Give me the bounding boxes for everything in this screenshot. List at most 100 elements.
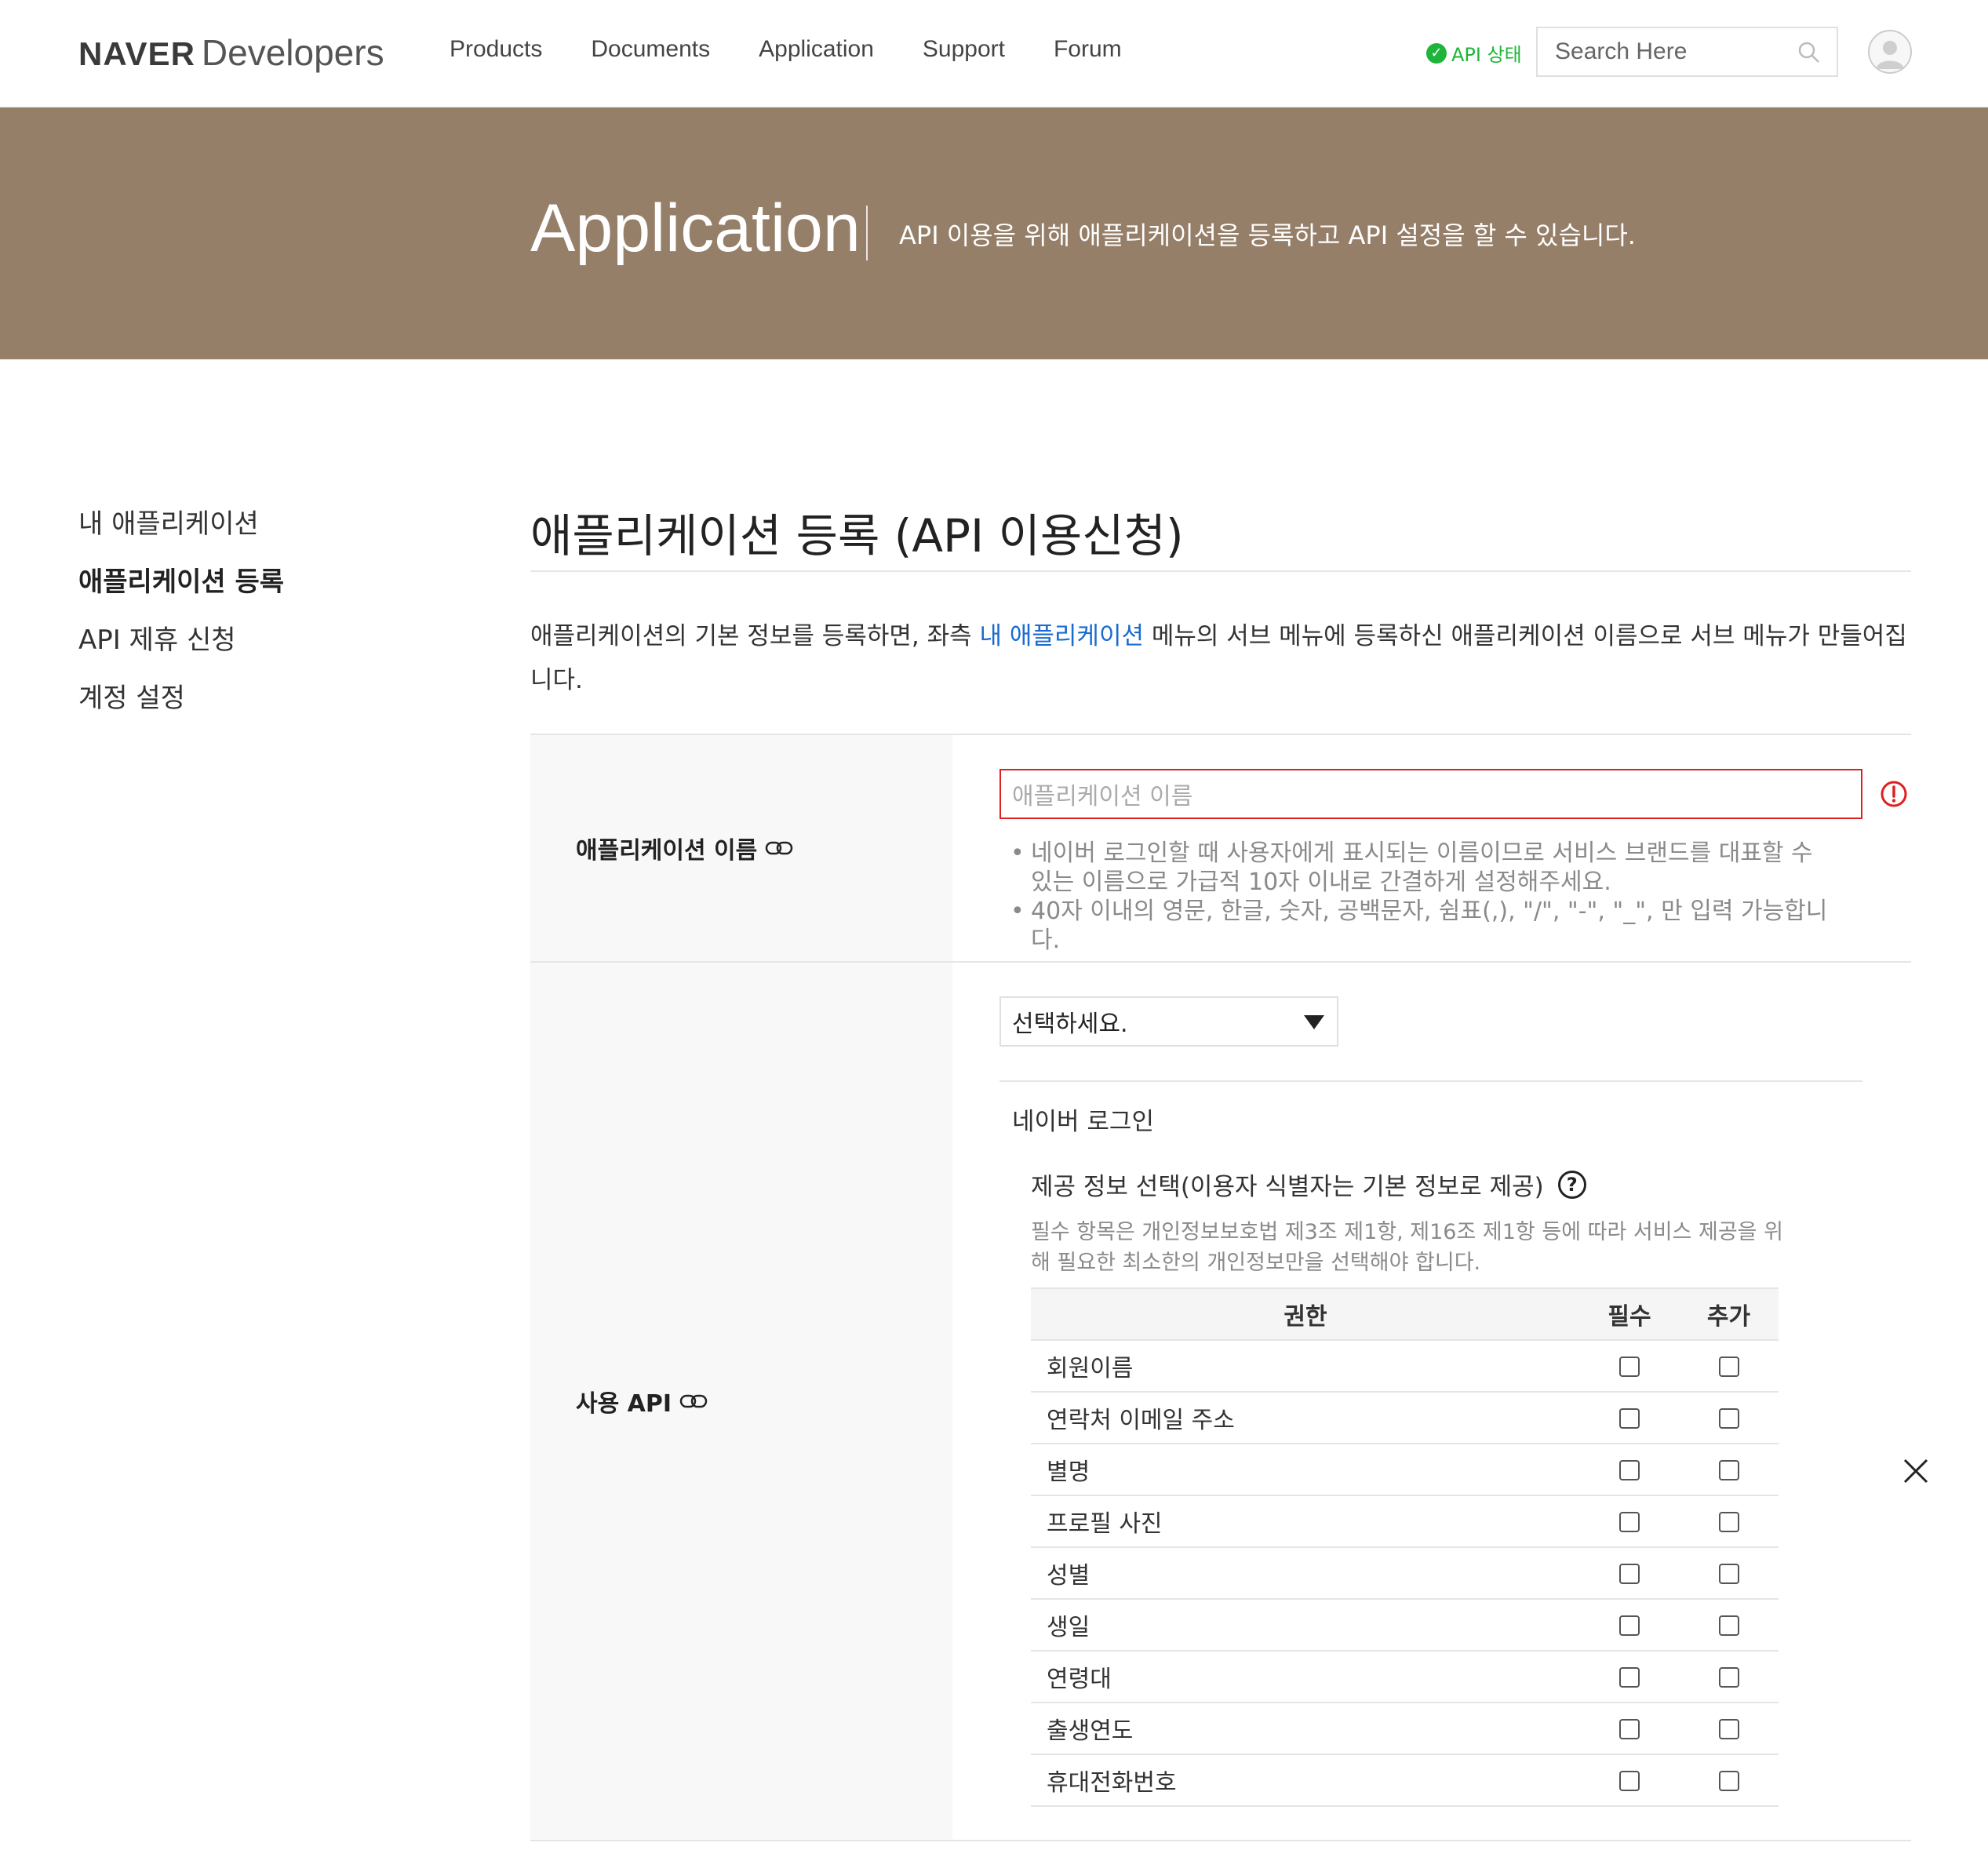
required-checkbox[interactable] — [1619, 1771, 1640, 1791]
link-icon[interactable] — [679, 1393, 709, 1409]
intro-before: 애플리케이션의 기본 정보를 등록하면, 좌측 — [530, 622, 980, 650]
banner-title: Application — [530, 191, 861, 266]
banner-description: API 이용을 위해 애플리케이션을 등록하고 API 설정을 할 수 있습니다… — [899, 220, 1636, 250]
table-row: 연락처 이메일 주소 — [1031, 1392, 1779, 1444]
global-nav: Products Documents Application Support F… — [450, 36, 1171, 63]
help-item: 40자 이내의 영문, 한글, 숫자, 공백문자, 쉼표(,), "/", "-… — [999, 897, 1831, 955]
sidebar: 내 애플리케이션 애플리케이션 등록 API 제휴 신청 계정 설정 — [78, 502, 284, 734]
nav-documents[interactable]: Documents — [591, 36, 710, 63]
app-name-label-text: 애플리케이션 이름 — [576, 837, 758, 865]
optional-checkbox[interactable] — [1718, 1357, 1739, 1377]
permission-name: 프로필 사진 — [1031, 1495, 1580, 1548]
page-banner: Application API 이용을 위해 애플리케이션을 등록하고 API … — [0, 107, 1988, 359]
column-header-optional: 추가 — [1679, 1287, 1779, 1341]
api-block-divider — [999, 1840, 1862, 1841]
close-icon[interactable] — [1902, 1457, 1930, 1485]
link-icon[interactable] — [765, 840, 795, 856]
app-name-input[interactable]: 애플리케이션 이름 — [999, 769, 1862, 819]
api-select-value: 선택하세요. — [1012, 1011, 1128, 1038]
optional-checkbox[interactable] — [1718, 1615, 1739, 1636]
app-name-help: 네이버 로그인할 때 사용자에게 표시되는 이름이므로 서비스 브랜드를 대표할… — [999, 839, 1831, 955]
help-item: 네이버 로그인할 때 사용자에게 표시되는 이름이므로 서비스 브랜드를 대표할… — [999, 839, 1831, 897]
api-row: 사용 API 선택하세요. 네이버 로그인 제공 정보 선택(이용자 식별자는 … — [530, 963, 1928, 1841]
top-header: NAVER Developers Products Documents Appli… — [0, 0, 1988, 107]
required-checkbox[interactable] — [1619, 1512, 1640, 1532]
app-name-placeholder: 애플리케이션 이름 — [1012, 783, 1193, 810]
intro-text: 애플리케이션의 기본 정보를 등록하면, 좌측 내 애플리케이션 메뉴의 서브 … — [530, 614, 1911, 702]
search-box — [1536, 27, 1838, 77]
provide-info-title: 제공 정보 선택(이용자 식별자는 기본 정보로 제공) ? — [1031, 1167, 1586, 1202]
caret-down-icon — [1304, 1015, 1324, 1029]
api-select[interactable]: 선택하세요. — [999, 996, 1338, 1047]
api-status-label: API 상태 — [1451, 44, 1522, 66]
required-checkbox[interactable] — [1619, 1564, 1640, 1584]
required-checkbox[interactable] — [1619, 1460, 1640, 1480]
api-label-text: 사용 API — [576, 1390, 672, 1418]
column-header-permission: 권한 — [1031, 1287, 1580, 1341]
optional-checkbox[interactable] — [1718, 1408, 1739, 1429]
api-status-link[interactable]: ✓ API 상태 — [1426, 39, 1522, 67]
optional-checkbox[interactable] — [1718, 1512, 1739, 1532]
naver-developers-logo[interactable]: NAVER Developers — [78, 31, 384, 74]
user-icon — [1876, 41, 1904, 69]
selected-api-name: 네이버 로그인 — [1012, 1108, 1154, 1136]
help-question-icon[interactable]: ? — [1557, 1170, 1586, 1199]
app-name-body: 애플리케이션 이름 네이버 로그인할 때 사용자에게 표시되는 이름이므로 서비… — [952, 735, 1911, 961]
user-avatar[interactable] — [1868, 30, 1912, 74]
sidebar-item-api-partnership[interactable]: API 제휴 신청 — [78, 618, 284, 676]
provide-info-note: 필수 항목은 개인정보보호법 제3조 제1항, 제16조 제1항 등에 따라 서… — [1031, 1220, 1783, 1275]
sidebar-item-my-apps[interactable]: 내 애플리케이션 — [78, 502, 284, 560]
error-icon — [1881, 781, 1907, 807]
search-icon[interactable] — [1797, 41, 1821, 64]
app-name-label: 애플리케이션 이름 — [530, 735, 952, 961]
api-body: 선택하세요. 네이버 로그인 제공 정보 선택(이용자 식별자는 기본 정보로 … — [952, 963, 1928, 1841]
check-circle-icon: ✓ — [1426, 42, 1447, 64]
permission-name: 성별 — [1031, 1547, 1580, 1600]
table-row: 생일 — [1031, 1599, 1779, 1652]
table-row: 성별 — [1031, 1547, 1779, 1600]
table-row: 출생연도 — [1031, 1703, 1779, 1755]
nav-support[interactable]: Support — [923, 36, 1005, 63]
optional-checkbox[interactable] — [1718, 1667, 1739, 1688]
nav-products[interactable]: Products — [450, 36, 542, 63]
permission-name: 회원이름 — [1031, 1340, 1580, 1393]
page-title: 애플리케이션 등록 (API 이용신청) — [530, 509, 1184, 563]
nav-application[interactable]: Application — [759, 36, 874, 63]
sidebar-item-account-settings[interactable]: 계정 설정 — [78, 676, 284, 734]
sidebar-item-app-register[interactable]: 애플리케이션 등록 — [78, 560, 284, 618]
optional-checkbox[interactable] — [1718, 1460, 1739, 1480]
required-checkbox[interactable] — [1619, 1408, 1640, 1429]
permission-name: 출생연도 — [1031, 1703, 1580, 1755]
required-checkbox[interactable] — [1619, 1357, 1640, 1377]
table-row: 휴대전화번호 — [1031, 1754, 1779, 1807]
logo-brand: NAVER — [78, 35, 195, 72]
optional-checkbox[interactable] — [1718, 1771, 1739, 1791]
table-row: 프로필 사진 — [1031, 1495, 1779, 1548]
permission-name: 연령대 — [1031, 1651, 1580, 1703]
banner-divider — [866, 206, 868, 260]
provide-info-title-text: 제공 정보 선택(이용자 식별자는 기본 정보로 제공) — [1031, 1173, 1544, 1201]
api-label: 사용 API — [530, 963, 952, 1840]
nav-forum[interactable]: Forum — [1054, 36, 1122, 63]
permission-name: 휴대전화번호 — [1031, 1754, 1580, 1807]
column-header-required: 필수 — [1580, 1287, 1679, 1341]
required-checkbox[interactable] — [1619, 1615, 1640, 1636]
required-checkbox[interactable] — [1619, 1719, 1640, 1739]
app-name-row: 애플리케이션 이름 애플리케이션 이름 네이버 로그인할 때 사용자에게 표시되… — [530, 735, 1911, 963]
logo-sub: Developers — [201, 32, 384, 73]
table-header-row: 권한 필수 추가 — [1031, 1287, 1779, 1341]
permission-name: 연락처 이메일 주소 — [1031, 1392, 1580, 1444]
search-input[interactable] — [1538, 38, 1789, 65]
title-divider — [530, 570, 1911, 572]
registration-form: 애플리케이션 이름 애플리케이션 이름 네이버 로그인할 때 사용자에게 표시되… — [530, 734, 1928, 1841]
my-apps-link[interactable]: 내 애플리케이션 — [979, 622, 1144, 650]
required-checkbox[interactable] — [1619, 1667, 1640, 1688]
permission-table: 권한 필수 추가 회원이름 연락처 이메일 주소 별명 프로필 사진 성별 생일… — [1031, 1287, 1779, 1807]
table-row: 회원이름 — [1031, 1340, 1779, 1393]
table-row: 별명 — [1031, 1444, 1779, 1496]
selected-api-block: 네이버 로그인 제공 정보 선택(이용자 식별자는 기본 정보로 제공) ? 필… — [999, 1080, 1928, 1807]
optional-checkbox[interactable] — [1718, 1564, 1739, 1584]
optional-checkbox[interactable] — [1718, 1719, 1739, 1739]
permission-name: 별명 — [1031, 1444, 1580, 1496]
table-row: 연령대 — [1031, 1651, 1779, 1703]
